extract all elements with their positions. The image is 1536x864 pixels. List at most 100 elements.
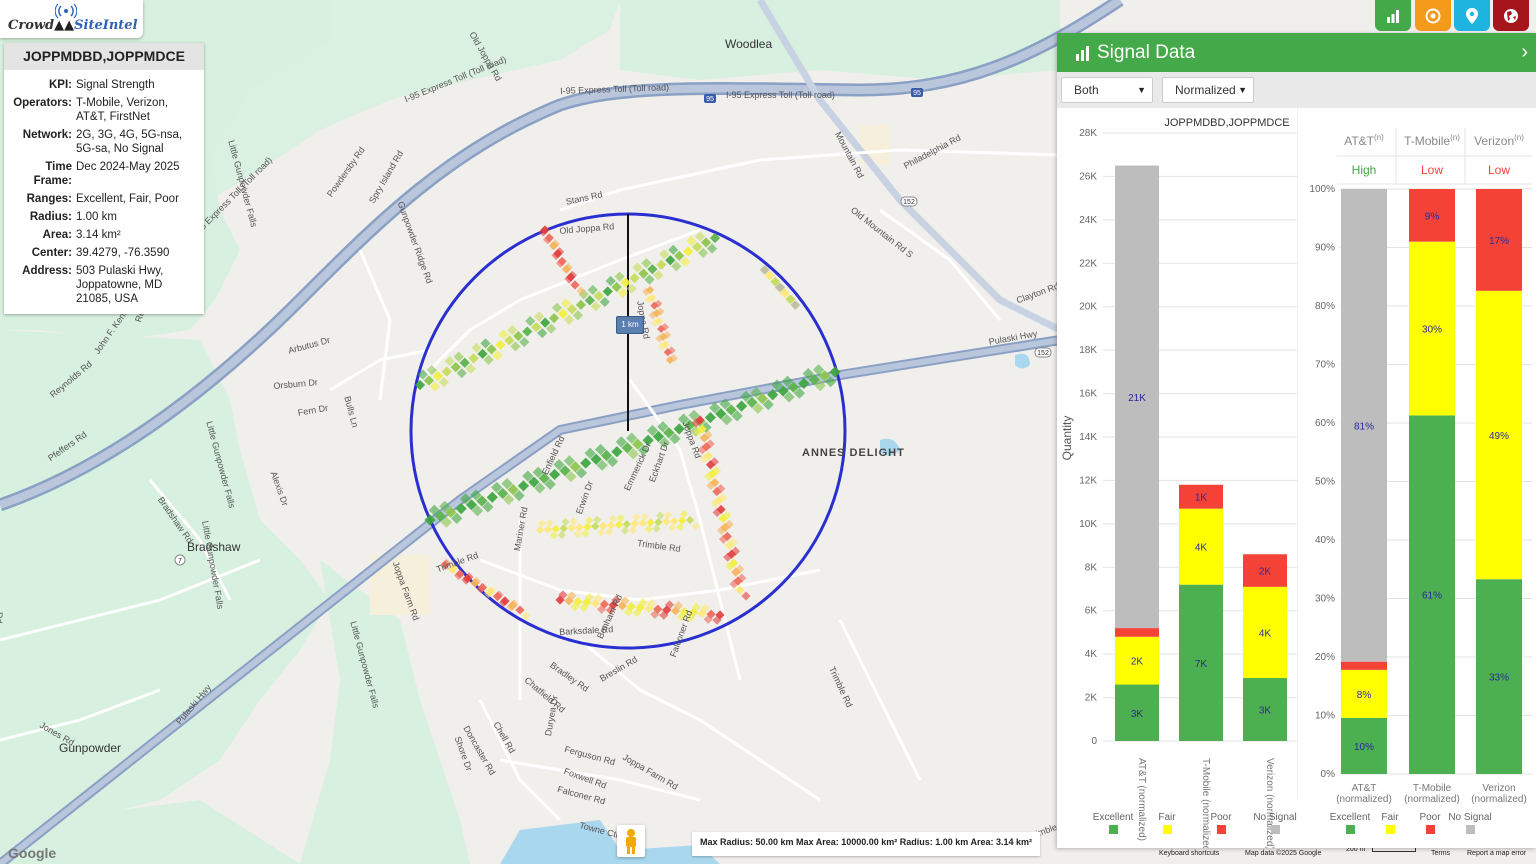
y-tick-label: 8K bbox=[1085, 562, 1098, 573]
info-key: Radius: bbox=[29, 211, 72, 223]
operator-rating: High bbox=[1352, 163, 1377, 177]
y-tick-label: 16K bbox=[1079, 389, 1097, 400]
signal-data-panel: Signal Data › Both ▼ Normalized ▼ JOPPMDBD… bbox=[1057, 33, 1536, 848]
road-label: I-95 Express Toll (Toll road) bbox=[726, 90, 835, 100]
bar-data-label: 7K bbox=[1195, 659, 1208, 670]
bar-segment[interactable] bbox=[1341, 661, 1387, 670]
legend-swatch bbox=[1271, 825, 1280, 834]
y-tick-label: 20K bbox=[1079, 302, 1097, 313]
info-value: T-Mobile, Verizon, AT&T, FirstNet bbox=[76, 97, 169, 123]
info-row: Center: 39.4279, -76.3590 bbox=[4, 246, 204, 260]
street-view-pegman[interactable] bbox=[617, 825, 645, 857]
route-badge: 152 bbox=[1037, 350, 1049, 357]
signal-data-title: Signal Data bbox=[1097, 41, 1196, 63]
location-button[interactable] bbox=[1454, 0, 1490, 31]
route-badge: 152 bbox=[903, 199, 915, 206]
info-row: Operators: T-Mobile, Verizon, AT&T, First… bbox=[4, 96, 204, 124]
y-tick-label: 40% bbox=[1315, 535, 1335, 546]
y-tick-label: 4K bbox=[1085, 649, 1098, 660]
info-key: Area: bbox=[42, 229, 72, 241]
collapse-chevron-icon[interactable]: › bbox=[1521, 41, 1528, 64]
legend-label: No Signal bbox=[1253, 812, 1296, 823]
legend-swatch bbox=[1346, 825, 1355, 834]
y-tick-label: 26K bbox=[1079, 171, 1097, 182]
keyboard-shortcuts-link[interactable]: Keyboard shortcuts bbox=[1159, 850, 1219, 857]
operator-mode-value: Both bbox=[1074, 83, 1099, 97]
place-label: ANNES DELIGHT bbox=[802, 447, 905, 459]
chevron-down-icon: ▼ bbox=[1238, 85, 1247, 95]
info-key: Time Frame: bbox=[33, 161, 72, 187]
y-tick-label: 20% bbox=[1315, 652, 1335, 663]
target-icon bbox=[1425, 8, 1441, 23]
info-value: Signal Strength bbox=[76, 79, 155, 91]
operator-rating: Low bbox=[1421, 163, 1443, 177]
bar-data-label: 8% bbox=[1357, 690, 1372, 701]
operator-rating: Low bbox=[1488, 163, 1510, 177]
info-key: Address: bbox=[22, 265, 72, 277]
pegman-icon bbox=[626, 829, 636, 854]
y-tick-label: 28K bbox=[1079, 128, 1097, 139]
google-logo: Google bbox=[8, 845, 57, 861]
terms-link[interactable]: Terms bbox=[1431, 850, 1450, 857]
y-tick-label: 12K bbox=[1079, 475, 1097, 486]
x-tick-label: Verizon bbox=[1482, 783, 1515, 794]
info-value: 3.14 km² bbox=[76, 229, 121, 241]
info-row: Ranges: Excellent, Fair, Poor bbox=[4, 192, 204, 206]
site-info-rows: KPI: Signal Strength Operators: T-Mobile, V… bbox=[4, 70, 204, 306]
info-row: Time Frame: Dec 2024-May 2025 bbox=[4, 160, 204, 188]
bar-chart-icon bbox=[1387, 9, 1399, 23]
x-tick-label: (normalized) bbox=[1404, 794, 1460, 805]
x-tick-label: AT&T bbox=[1352, 783, 1377, 794]
normalization-select[interactable]: Normalized ▼ bbox=[1162, 77, 1254, 103]
max-radius-info: Max Radius: 50.00 km Max Area: 10000.00 … bbox=[692, 832, 1040, 856]
info-value: 39.4279, -76.3590 bbox=[76, 247, 170, 259]
bar-data-label: 61% bbox=[1422, 591, 1442, 602]
info-value: 503 Pulaski Hwy, Joppatowne, MD 21085, U… bbox=[76, 265, 164, 305]
legend-label: Excellent bbox=[1330, 812, 1371, 823]
info-value: Excellent, Fair, Poor bbox=[76, 193, 179, 205]
normalization-value: Normalized bbox=[1175, 83, 1236, 97]
bar-data-label: 3K bbox=[1259, 706, 1272, 717]
bar-data-label: 9% bbox=[1425, 211, 1440, 222]
bar-data-label: 49% bbox=[1489, 431, 1509, 442]
logo-word-crowd: Crowd bbox=[8, 18, 55, 33]
info-value: 1.00 km bbox=[76, 211, 117, 223]
info-value: Dec 2024-May 2025 bbox=[76, 161, 180, 173]
y-tick-label: 10% bbox=[1315, 711, 1335, 722]
app-logo[interactable]: Crowd▲▲SiteIntel bbox=[0, 0, 143, 38]
globe-button[interactable] bbox=[1493, 0, 1529, 31]
bar-data-label: 2K bbox=[1131, 657, 1144, 668]
operator-mode-select[interactable]: Both ▼ bbox=[1061, 77, 1153, 103]
quantity-chart: JOPPMDBD,JOPPMDCE 0 2K 4K 6K 8K 10K 12K 14K 16K 18… bbox=[1060, 117, 1297, 848]
legend-swatch bbox=[1426, 825, 1435, 834]
legend-label: Poor bbox=[1210, 812, 1232, 823]
tower-icon: ▲▲ bbox=[54, 18, 75, 33]
info-row: Address: 503 Pulaski Hwy, Joppatowne, MD … bbox=[4, 264, 204, 306]
y-tick-label: 100% bbox=[1309, 184, 1335, 195]
y-tick-label: 18K bbox=[1079, 345, 1097, 356]
bar-data-label: 1K bbox=[1195, 493, 1208, 504]
bar-data-label: 21K bbox=[1128, 393, 1146, 404]
info-key: Ranges: bbox=[26, 193, 72, 205]
bar-segment[interactable] bbox=[1115, 628, 1159, 637]
legend-label: Fair bbox=[1158, 812, 1176, 823]
report-map-error-link[interactable]: Report a map error bbox=[1467, 850, 1526, 857]
y-tick-label: 10K bbox=[1079, 519, 1097, 530]
x-tick-label: T-Mobile bbox=[1413, 783, 1452, 794]
map-data-attribution: Map data ©2025 Google bbox=[1245, 850, 1322, 857]
signal-data-button[interactable] bbox=[1375, 0, 1411, 31]
x-tick-label: Verizon (normalized) bbox=[1264, 758, 1275, 848]
map-pin-icon bbox=[1466, 7, 1478, 24]
info-row: KPI: Signal Strength bbox=[4, 78, 204, 92]
percentage-chart: 0% 10% 20% 30% 40% 50% 60% 70% 80% 90% 100% AT&T(n)… bbox=[1297, 108, 1532, 834]
bar-data-label: 10% bbox=[1354, 742, 1374, 753]
x-tick-label: (normalized) bbox=[1336, 794, 1392, 805]
x-tick-label: AT&T (normalized) bbox=[1136, 758, 1147, 841]
bar-data-label: 3K bbox=[1131, 709, 1144, 720]
y-tick-label: 0 bbox=[1091, 736, 1097, 747]
y-tick-label: 90% bbox=[1315, 243, 1335, 254]
target-button[interactable] bbox=[1415, 0, 1451, 31]
route-badge: 95 bbox=[913, 90, 921, 97]
x-tick-label: T-Mobile (normalized) bbox=[1200, 758, 1211, 848]
info-key: Network: bbox=[22, 129, 72, 141]
